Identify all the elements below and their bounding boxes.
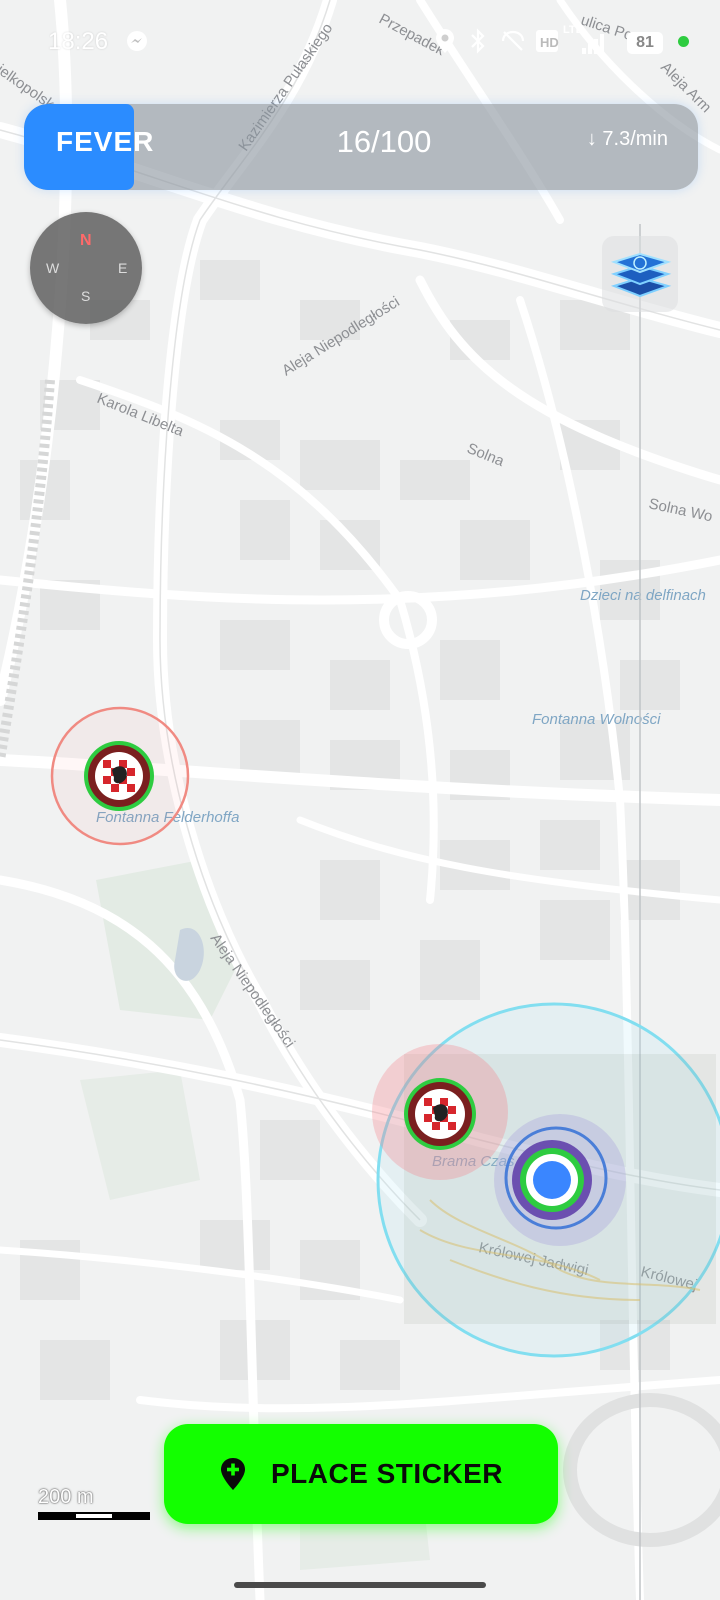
poi-label: Fontanna Wolności — [532, 711, 661, 728]
status-time: 18:26 — [48, 28, 109, 55]
add-location-icon — [220, 1458, 245, 1490]
messenger-icon — [127, 31, 147, 51]
checkered-sticker-icon — [415, 1089, 465, 1139]
compass-south: S — [81, 288, 91, 304]
compass-button[interactable]: N W E S — [30, 212, 142, 324]
fever-label: FEVER — [56, 126, 155, 157]
privacy-indicator-dot — [678, 36, 689, 47]
place-sticker-button[interactable]: PLACE STICKER — [164, 1424, 558, 1524]
poi-label: Dzieci na delfinach — [580, 587, 706, 604]
map-scale: 200 m — [36, 1486, 156, 1526]
home-indicator[interactable] — [234, 1582, 486, 1588]
compass-north: N — [80, 232, 92, 249]
layers-button[interactable] — [600, 234, 680, 314]
layers-icon — [602, 236, 678, 312]
scale-label: 200 m — [38, 1486, 94, 1508]
fever-rate: ↓ 7.3/min — [586, 128, 668, 150]
scale-bar — [38, 1512, 150, 1520]
status-bar: 18:26 HD LTE — [0, 18, 720, 68]
compass-west: W — [46, 260, 60, 276]
checkered-sticker-icon — [95, 752, 143, 800]
user-location-icon[interactable] — [494, 1114, 626, 1246]
hd-icon: HD — [536, 30, 559, 52]
sticker-marker[interactable] — [50, 706, 190, 846]
compass-east: E — [118, 260, 128, 276]
battery-icon: 81 — [627, 32, 663, 54]
signal-icon — [582, 34, 604, 54]
fever-count: 16/100 — [336, 124, 432, 159]
place-sticker-label: PLACE STICKER — [270, 1458, 504, 1489]
location-icon — [436, 29, 454, 53]
svg-text:HD: HD — [540, 35, 559, 50]
fever-meter: FEVER 16/100 ↓ 7.3/min — [24, 104, 698, 190]
nfc-icon — [501, 30, 525, 51]
sticker-marker[interactable] — [372, 1044, 508, 1180]
bluetooth-icon — [471, 28, 485, 54]
